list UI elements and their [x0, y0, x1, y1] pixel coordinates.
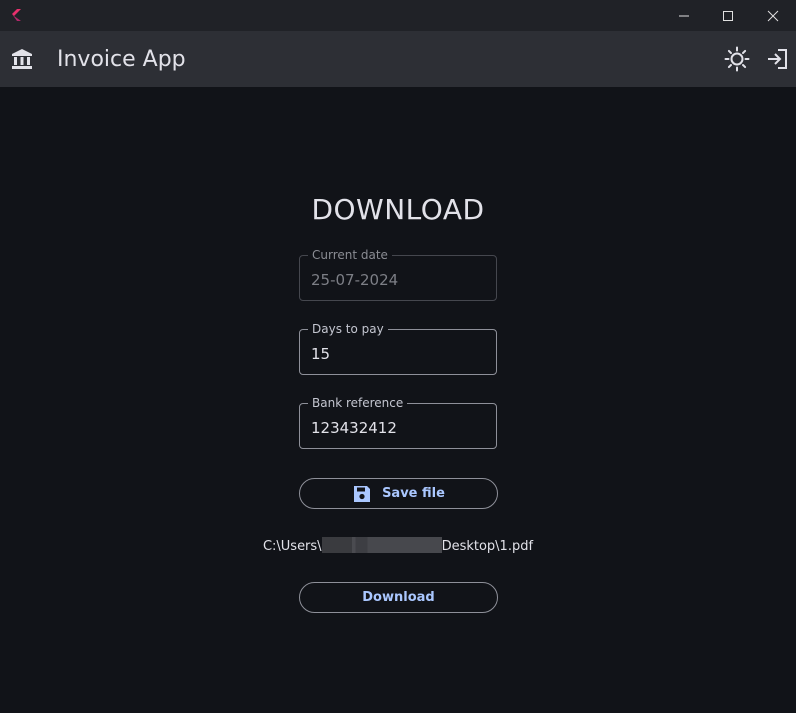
window-minimize-button[interactable] — [661, 0, 707, 31]
app-window: Invoice App DOWNLOAD Current date 25-07-… — [0, 0, 796, 713]
save-icon — [354, 485, 371, 502]
minimize-icon — [679, 15, 689, 16]
window-close-button[interactable] — [750, 0, 796, 31]
current-date-value: 25-07-2024 — [311, 271, 399, 289]
file-path-text: C:\Users\ Desktop\1.pdf — [0, 537, 796, 556]
current-date-label: Current date — [308, 247, 392, 263]
download-button[interactable]: Download — [299, 582, 498, 613]
logout-icon[interactable] — [765, 47, 789, 71]
save-file-button[interactable]: Save file — [299, 478, 498, 509]
bank-reference-value[interactable]: 123432412 — [311, 418, 397, 438]
redacted-username — [321, 537, 442, 553]
current-date-field: Current date 25-07-2024 — [299, 247, 497, 301]
file-path-suffix: Desktop\1.pdf — [441, 539, 534, 554]
window-titlebar[interactable] — [0, 0, 796, 31]
bank-reference-field[interactable]: Bank reference 123432412 — [299, 395, 497, 449]
file-path-prefix: C:\Users\ — [262, 539, 322, 554]
app-title: Invoice App — [57, 47, 186, 72]
bank-reference-label: Bank reference — [308, 395, 408, 411]
save-file-label: Save file — [382, 486, 445, 501]
days-to-pay-field[interactable]: Days to pay 15 — [299, 321, 497, 375]
close-icon — [767, 10, 779, 21]
days-to-pay-value[interactable]: 15 — [311, 344, 330, 364]
flutter-logo-icon — [12, 9, 21, 21]
maximize-icon — [723, 10, 733, 21]
days-to-pay-label: Days to pay — [308, 321, 388, 337]
download-label: Download — [362, 590, 435, 605]
page-title: DOWNLOAD — [311, 193, 485, 226]
bank-icon — [12, 49, 32, 69]
sun-icon[interactable] — [724, 46, 750, 72]
app-bar: Invoice App — [0, 31, 796, 87]
window-maximize-button[interactable] — [705, 0, 751, 31]
